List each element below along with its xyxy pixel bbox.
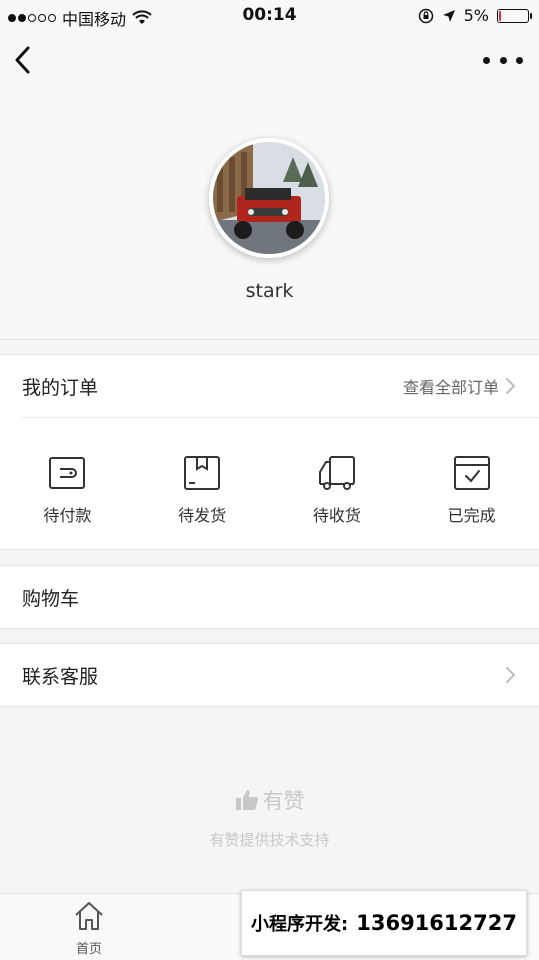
cart-title: 购物车 (22, 587, 80, 610)
brand-line: 有赞 (0, 785, 539, 815)
brand-footer: 有赞 有赞提供技术支持 (0, 785, 539, 850)
cart-section: 购物车 (0, 565, 539, 629)
order-status-label: 待付款 (43, 506, 92, 525)
nav-bar (0, 32, 539, 88)
order-status-label: 待发货 (178, 506, 227, 525)
chevron-right-icon (506, 667, 516, 683)
battery-fill (499, 10, 501, 21)
order-status-pending-payment[interactable]: 待付款 (0, 418, 135, 550)
truck-icon (318, 456, 355, 490)
brand-support-text: 有赞提供技术支持 (209, 831, 330, 849)
order-status-pending-receipt[interactable]: 待收货 (270, 418, 405, 550)
battery-percent: 5% (463, 6, 489, 25)
promo-banner: 小程序开发: 13691612727 (241, 890, 527, 956)
avatar[interactable] (209, 138, 329, 258)
view-all-orders-link[interactable]: 查看全部订单 (403, 374, 499, 398)
more-dot (516, 56, 523, 64)
service-section: 联系客服 (0, 643, 539, 707)
service-title: 联系客服 (22, 665, 99, 688)
chevron-right-icon (506, 378, 516, 394)
tab-home-label: 首页 (75, 942, 102, 957)
more-button[interactable] (483, 46, 523, 74)
status-right: 5% (418, 6, 532, 25)
thumbs-up-icon (235, 790, 258, 810)
service-row[interactable]: 联系客服 (0, 644, 539, 706)
home-icon (75, 902, 103, 930)
promo-phone: 13691612727 (356, 911, 517, 935)
orders-row[interactable]: 我的订单 查看全部订单 (0, 355, 539, 417)
status-bar: 中国移动 00:14 5% (0, 0, 539, 32)
profile-header: stark (0, 88, 539, 340)
completed-icon (453, 456, 490, 490)
orders-section: 我的订单 查看全部订单 待付款 待发货 待收货 已完成 (0, 354, 539, 550)
brand-name: 有赞 (262, 789, 305, 813)
promo-label: 小程序开发: (251, 914, 349, 935)
order-status-label: 待收货 (312, 506, 361, 525)
wallet-icon (49, 457, 86, 489)
order-status-completed[interactable]: 已完成 (404, 418, 539, 550)
back-button[interactable] (10, 42, 40, 78)
rotation-lock-icon (418, 8, 433, 23)
cart-row[interactable]: 购物车 (0, 566, 539, 628)
location-icon (442, 9, 455, 22)
orders-title: 我的订单 (22, 376, 99, 399)
chevron-left-icon (15, 46, 30, 74)
order-status-pending-shipment[interactable]: 待发货 (135, 418, 270, 550)
username: stark (245, 280, 294, 302)
battery-icon (497, 8, 532, 23)
avatar-jeep-image (213, 142, 325, 254)
tab-home[interactable]: 首页 (39, 900, 139, 957)
box-icon (184, 456, 221, 490)
more-dot (499, 56, 507, 64)
more-dot (483, 56, 490, 64)
order-status-grid: 待付款 待发货 待收货 已完成 (0, 418, 539, 550)
order-status-label: 已完成 (447, 506, 496, 525)
